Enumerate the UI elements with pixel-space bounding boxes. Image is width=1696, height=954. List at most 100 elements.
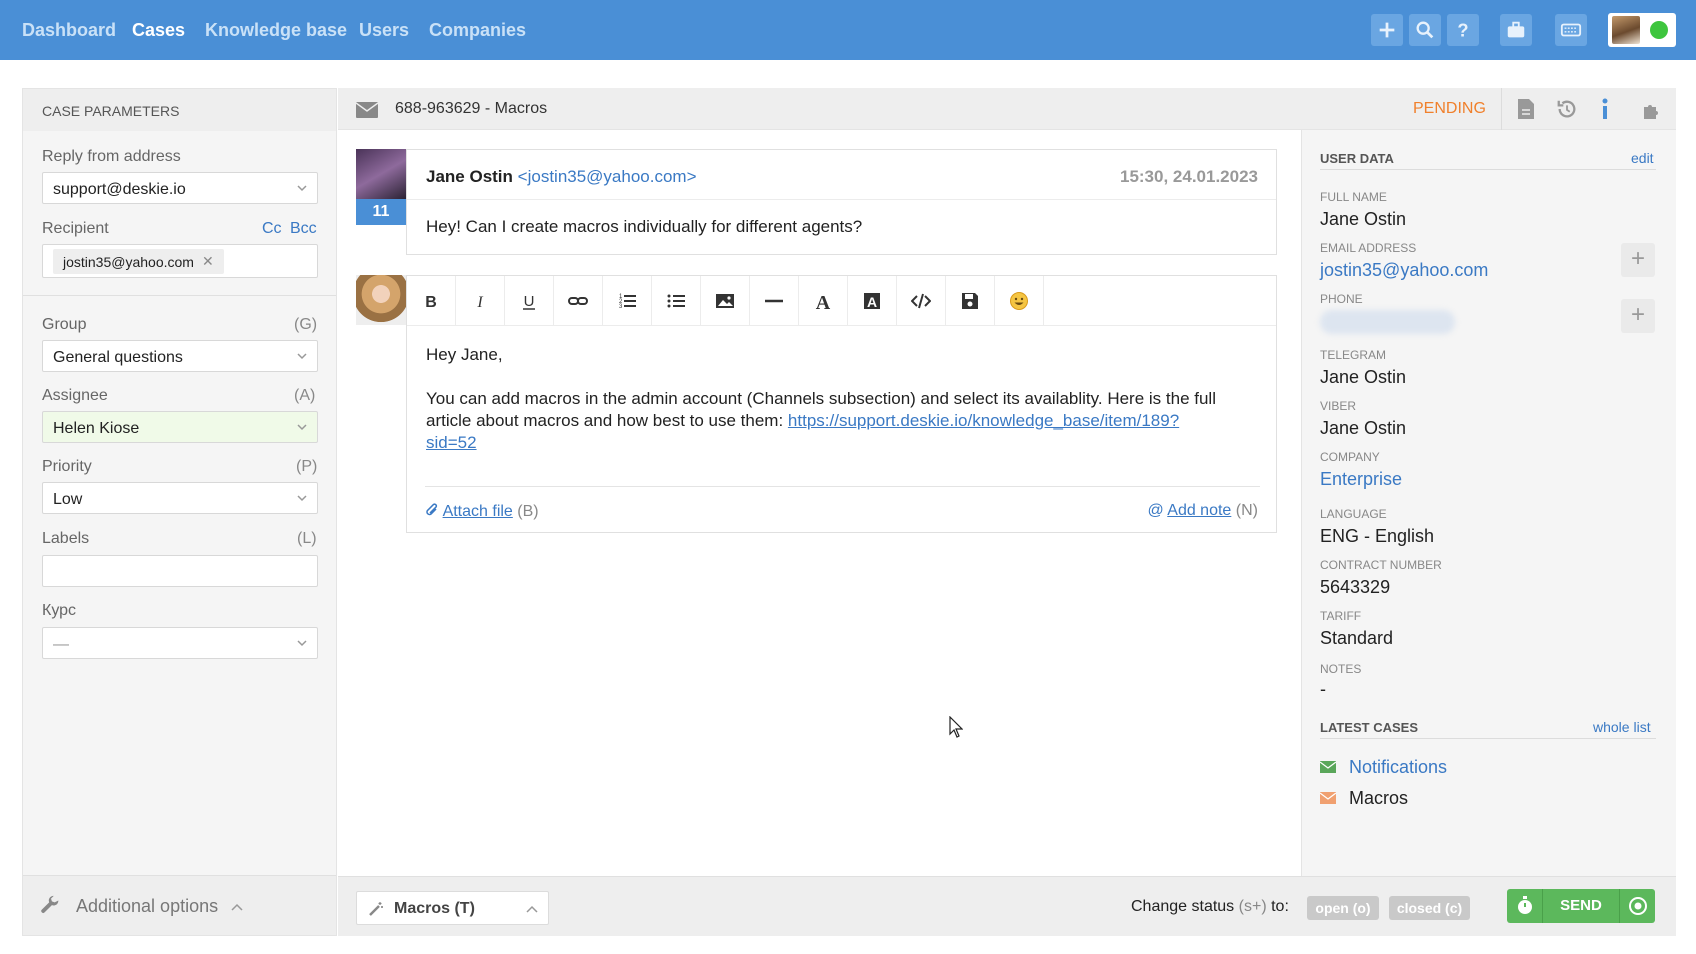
reply-editor: B I U 123 A A Hey Jane, You can add macr…: [406, 275, 1277, 533]
link-button[interactable]: [554, 276, 603, 325]
add-email-button[interactable]: +: [1621, 243, 1655, 277]
latest-case-label: Notifications: [1349, 757, 1448, 777]
send-button[interactable]: SEND: [1543, 889, 1619, 923]
change-status-hint: (s+): [1238, 898, 1267, 915]
text-color-button[interactable]: A: [799, 276, 848, 325]
group-select[interactable]: General questions: [42, 340, 318, 372]
tariff-label: TARIFF: [1320, 609, 1362, 623]
nav-knowledge-base[interactable]: Knowledge base: [205, 20, 347, 41]
remove-recipient-icon[interactable]: ✕: [202, 253, 214, 270]
chevron-down-icon: [297, 640, 307, 647]
horizontal-rule-icon: [765, 299, 783, 302]
labels-label: Labels: [42, 530, 90, 547]
briefcase-button[interactable]: [1500, 14, 1532, 46]
envelope-icon: [1320, 761, 1336, 773]
add-note-button[interactable]: @ Add note (N): [1147, 502, 1258, 520]
change-status-label: Change status (s+) to:: [1131, 898, 1289, 916]
email-value[interactable]: jostin35@yahoo.com: [1320, 260, 1488, 281]
status-open-button[interactable]: open (o): [1307, 896, 1379, 920]
keyboard-button[interactable]: [1555, 14, 1587, 46]
attach-file-hint: (B): [517, 503, 539, 520]
image-icon: [716, 293, 734, 308]
nav-users[interactable]: Users: [359, 20, 409, 41]
emoji-button[interactable]: [995, 276, 1044, 325]
reply-from-value: support@deskie.io: [53, 181, 186, 198]
case-status: PENDING: [1413, 100, 1486, 117]
sender-email[interactable]: <jostin35@yahoo.com>: [518, 167, 697, 186]
recipient-field[interactable]: jostin35@yahoo.com ✕: [42, 244, 318, 278]
status-closed-button[interactable]: closed (c): [1389, 896, 1470, 920]
bcc-link[interactable]: Bcc: [290, 220, 317, 238]
background-color-icon: A: [864, 292, 880, 310]
additional-options-bar[interactable]: Additional options: [23, 875, 336, 935]
nav-cases[interactable]: Cases: [132, 20, 185, 41]
reply-from-select[interactable]: support@deskie.io: [42, 172, 318, 204]
chevron-down-icon: [297, 424, 307, 431]
kb-article-link-part1: https://support.deskie.io/knowledge_base…: [787, 411, 1180, 430]
plus-icon: [1379, 22, 1395, 38]
priority-value: Low: [53, 491, 83, 508]
send-button-group: SEND: [1507, 889, 1655, 923]
info-icon[interactable]: [1598, 98, 1612, 120]
history-icon[interactable]: [1556, 98, 1578, 120]
nav-dashboard[interactable]: Dashboard: [22, 20, 116, 41]
image-button[interactable]: [701, 276, 750, 325]
divider: [1320, 738, 1656, 739]
attach-file-button[interactable]: Attach file (B): [425, 502, 539, 521]
macros-select[interactable]: Macros (T): [356, 891, 549, 925]
send-later-button[interactable]: [1507, 889, 1543, 923]
company-value[interactable]: Enterprise: [1320, 469, 1402, 490]
priority-select[interactable]: Low: [42, 482, 318, 514]
help-button[interactable]: ?: [1447, 14, 1479, 46]
labels-input[interactable]: [42, 555, 318, 587]
whole-list-link[interactable]: whole list: [1593, 719, 1651, 735]
emoji-icon: [1010, 291, 1028, 310]
ordered-list-button[interactable]: 123: [603, 276, 652, 325]
italic-button[interactable]: I: [456, 276, 505, 325]
chevron-up-icon: [231, 903, 243, 911]
case-title: 688-963629 - Macros: [395, 100, 548, 117]
briefcase-icon: [1507, 21, 1525, 38]
assignee-value: Helen Kiose: [53, 420, 140, 437]
svg-text:3: 3: [619, 304, 623, 310]
customer-message: Jane Ostin <jostin35@yahoo.com> 15:30, 2…: [406, 149, 1277, 255]
contract-number-label: CONTRACT NUMBER: [1320, 558, 1442, 572]
code-button[interactable]: [897, 276, 946, 325]
save-icon: [962, 292, 978, 309]
keyboard-icon: [1560, 23, 1582, 37]
message-sender: Jane Ostin <jostin35@yahoo.com>: [426, 167, 697, 187]
cc-link[interactable]: Cc: [262, 220, 282, 238]
priority-hint: (P): [296, 458, 318, 475]
assignee-label: Assignee: [42, 387, 108, 404]
kyrs-value: —: [53, 636, 69, 653]
divider: [425, 486, 1260, 487]
background-color-button[interactable]: A: [848, 276, 897, 325]
nav-companies[interactable]: Companies: [429, 20, 526, 41]
horizontal-rule-button[interactable]: [750, 276, 799, 325]
kyrs-select[interactable]: —: [42, 627, 318, 659]
plus-icon: +: [1630, 245, 1645, 272]
search-button[interactable]: [1409, 14, 1441, 46]
user-menu[interactable]: [1608, 13, 1676, 47]
assignee-select[interactable]: Helen Kiose: [42, 411, 318, 443]
full-name-label: FULL NAME: [1320, 190, 1387, 204]
svg-text:?: ?: [1457, 19, 1468, 40]
divider: [1320, 169, 1656, 170]
italic-icon: I: [476, 294, 483, 311]
reply-body[interactable]: Hey Jane, You can add macros in the admi…: [426, 344, 1261, 454]
agent-avatar: [356, 275, 406, 325]
notes-label: NOTES: [1320, 662, 1362, 676]
recipient-email: jostin35@yahoo.com: [63, 253, 194, 270]
stopwatch-icon: [1518, 896, 1532, 914]
edit-user-link[interactable]: edit: [1631, 150, 1654, 166]
top-navigation: Dashboard Cases Knowledge base Users Com…: [0, 0, 1696, 60]
document-icon[interactable]: [1516, 98, 1536, 120]
puzzle-icon[interactable]: [1640, 98, 1664, 122]
add-phone-button[interactable]: +: [1621, 299, 1655, 333]
bullet-list-button[interactable]: [652, 276, 701, 325]
bold-button[interactable]: B: [407, 276, 456, 325]
add-button[interactable]: [1371, 14, 1403, 46]
send-options-button[interactable]: [1619, 889, 1655, 923]
underline-button[interactable]: U: [505, 276, 554, 325]
save-button[interactable]: [946, 276, 995, 325]
